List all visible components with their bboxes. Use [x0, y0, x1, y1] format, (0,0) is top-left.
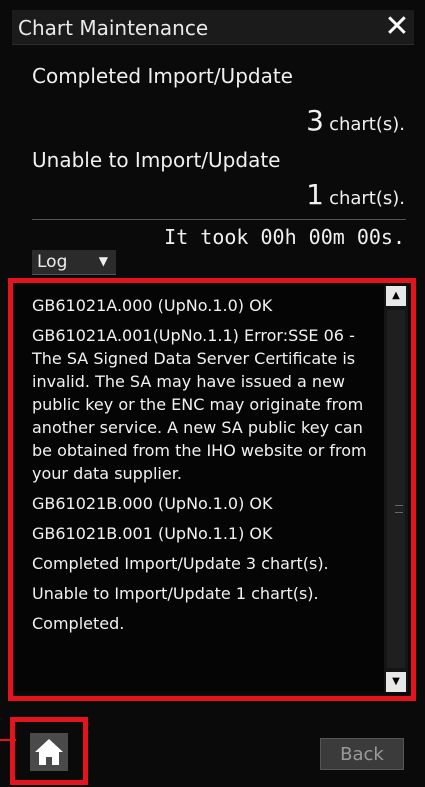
- unable-count: 1: [306, 178, 324, 211]
- dialog-title: Chart Maintenance: [18, 16, 209, 40]
- unable-unit: chart(s).: [329, 188, 405, 209]
- log-line: Unable to Import/Update 1 chart(s).: [32, 584, 319, 603]
- home-button[interactable]: [30, 733, 68, 771]
- log-line: GB61021B.000 (UpNo.1.0) OK: [32, 494, 273, 513]
- log-line: GB61021B.001 (UpNo.1.1) OK: [32, 524, 273, 543]
- log-select-value: Log: [37, 252, 68, 272]
- completed-unit: chart(s).: [329, 114, 405, 135]
- chart-maintenance-dialog: Chart Maintenance ✕ Completed Import/Upd…: [0, 0, 425, 787]
- scroll-up-icon[interactable]: ▲: [386, 286, 406, 306]
- unable-label: Unable to Import/Update: [32, 148, 281, 172]
- log-list[interactable]: GB61021A.000 (UpNo.1.0) OK GB61021A.001(…: [16, 286, 408, 692]
- log-scrollbar[interactable]: ▲ ▼: [384, 286, 408, 692]
- log-text: GB61021A.000 (UpNo.1.0) OK GB61021A.001(…: [32, 294, 378, 642]
- divider: [32, 219, 406, 220]
- log-type-select[interactable]: Log ▼: [32, 250, 116, 275]
- title-bar: Chart Maintenance ✕: [12, 10, 414, 45]
- home-icon: [35, 739, 63, 765]
- back-button[interactable]: Back: [320, 738, 404, 770]
- scroll-thumb[interactable]: [387, 310, 405, 668]
- log-line: GB61021A.000 (UpNo.1.0) OK: [32, 296, 273, 315]
- log-line: Completed Import/Update 3 chart(s).: [32, 554, 329, 573]
- grip-icon: [395, 505, 403, 513]
- elapsed-time: It took 00h 00m 00s.: [164, 225, 405, 249]
- log-line: GB61021A.001(UpNo.1.1) Error:SSE 06 - Th…: [32, 326, 367, 483]
- close-icon[interactable]: ✕: [382, 12, 412, 42]
- completed-count-line: 3 chart(s).: [306, 104, 405, 137]
- scroll-down-icon[interactable]: ▼: [386, 672, 406, 692]
- log-line: Completed.: [32, 614, 125, 633]
- unable-count-line: 1 chart(s).: [306, 178, 405, 211]
- completed-count: 3: [306, 104, 324, 137]
- chevron-down-icon: ▼: [98, 254, 108, 268]
- completed-label: Completed Import/Update: [32, 64, 293, 88]
